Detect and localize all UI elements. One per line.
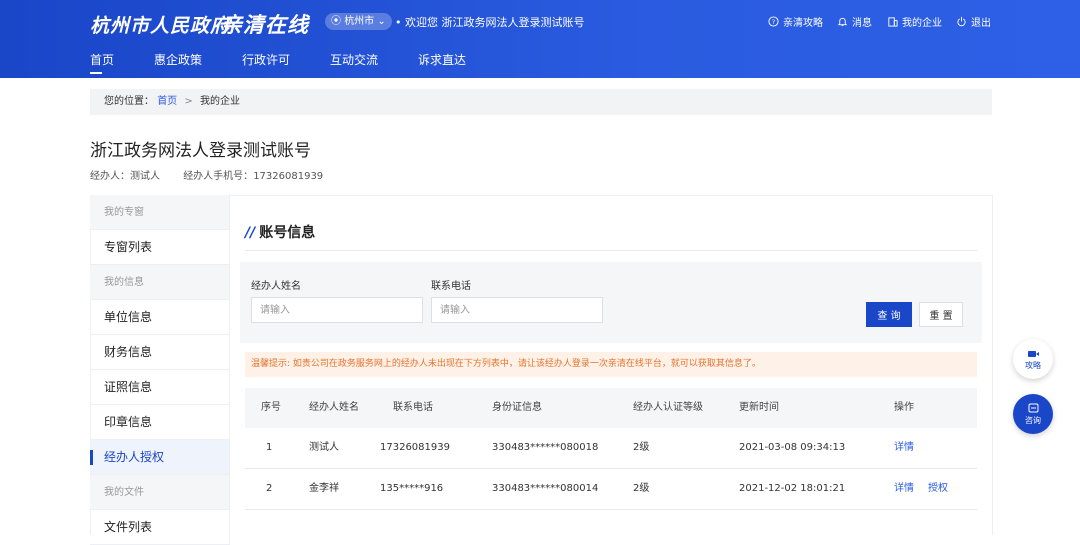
sidebar-group-files: 我的文件 [90,475,230,510]
row-phone: 17326081939 [380,442,450,453]
sidebar: 我的专窗 专窗列表 我的信息 单位信息 财务信息 证照信息 印章信息 经办人授权… [90,195,230,545]
row-id: 330483******080018 [492,442,599,453]
detail-link[interactable]: 详情 [894,428,914,468]
logout-link[interactable]: 退出 [956,14,991,29]
message-link[interactable]: 消息 [837,14,872,29]
sidebar-item-license-info[interactable]: 证照信息 [90,370,230,405]
building-icon [888,17,898,27]
query-button[interactable]: 查 询 [866,302,912,327]
table-row: 1 测试人 17326081939 330483******080018 2级 … [245,428,977,469]
logout-label: 退出 [971,18,991,29]
row-id: 330483******080014 [492,483,599,494]
active-nav-underline [90,72,102,74]
chat-bubble-icon [1028,403,1038,412]
hangzhou-gov-logo[interactable]: 杭州市人民政府 [90,11,230,38]
row-no: 2 [266,483,273,494]
sidebar-item-finance-info[interactable]: 财务信息 [90,335,230,370]
col-time: 更新时间 [739,402,779,413]
agent-info: 经办人：测试人 经办人手机号：17326081939 [90,167,323,182]
reset-button[interactable]: 重 置 [919,302,963,327]
sidebar-item-file-list[interactable]: 文件列表 [90,510,230,545]
row-phone: 135*****916 [380,483,444,494]
row-no: 1 [266,442,273,453]
qinqing-online-logo[interactable]: 亲清在线 [221,9,309,39]
sidebar-item-window-list[interactable]: 专窗列表 [90,230,230,265]
col-action: 操作 [894,402,914,413]
guide-link[interactable]: ? 亲清攻略 [768,14,823,29]
tip-banner: 温馨提示: 如贵公司在政务服务网上的经办人未出现在下方列表中，请让该经办人登录一… [245,352,977,377]
table-row: 2 金李祥 135*****916 330483******080014 2级 … [245,469,977,510]
breadcrumb-current: 我的企业 [199,96,240,107]
sidebar-item-seal-info[interactable]: 印章信息 [90,405,230,440]
breadcrumb-prefix: 您的位置： [104,96,154,107]
power-icon [957,16,966,27]
consult-float-button[interactable]: 咨询 [1013,394,1053,434]
row-time: 2021-03-08 09:34:13 [739,442,846,453]
phone-input[interactable] [431,297,603,323]
breadcrumb-home[interactable]: 首页 [157,96,177,107]
section-divider [245,250,977,251]
col-no: 序号 [261,402,281,413]
my-company-label: 我的企业 [902,18,942,29]
my-company-link[interactable]: 我的企业 [887,14,942,29]
guide-float-button[interactable]: 攻略 [1013,339,1053,379]
bell-icon [837,17,848,27]
col-level: 经办人认证等级 [633,402,703,413]
location-pin-icon: ⦿ [331,16,341,27]
nav-appeal[interactable]: 诉求直达 [418,51,466,68]
authorize-link[interactable]: 授权 [928,469,948,509]
row-time: 2021-12-02 18:01:21 [739,483,846,494]
guide-label: 亲清攻略 [783,18,823,29]
video-camera-icon [1027,350,1039,357]
nav-permit[interactable]: 行政许可 [242,51,290,68]
agent-name-label: 经办人姓名 [251,281,301,292]
sidebar-item-agent-auth[interactable]: 经办人授权 [90,440,230,475]
row-name: 测试人 [309,442,339,453]
section-title-decoration: // [245,225,256,241]
top-header: 杭州市人民政府 亲清在线 ⦿ 杭州市 ⌄ • 欢迎您 浙江政务网法人登录测试账号… [0,0,1080,78]
section-title-text: 账号信息 [259,225,316,241]
sidebar-group-window: 我的专窗 [90,195,230,230]
col-name: 经办人姓名 [309,402,359,413]
company-name: 浙江政务网法人登录测试账号 [90,141,311,161]
sidebar-group-info: 我的信息 [90,265,230,300]
detail-link[interactable]: 详情 [894,469,914,509]
consult-float-label: 咨询 [1025,415,1041,425]
breadcrumb: 您的位置： 首页 > 我的企业 [90,89,992,115]
table-header: 序号 经办人姓名 联系电话 身份证信息 经办人认证等级 更新时间 操作 [245,388,977,428]
agent-name-input[interactable] [251,297,423,323]
col-phone: 联系电话 [393,402,433,413]
agent-table: 序号 经办人姓名 联系电话 身份证信息 经办人认证等级 更新时间 操作 1 测试… [245,388,977,510]
agent-label: 经办人： [90,171,130,182]
agent-phone-value: 17326081939 [253,171,324,182]
col-id: 身份证信息 [492,402,542,413]
welcome-text: • 欢迎您 浙江政务网法人登录测试账号 [395,16,585,29]
nav-home[interactable]: 首页 [90,51,114,68]
row-level: 2级 [633,442,650,453]
section-title: //账号信息 [245,222,315,242]
svg-text:?: ? [772,18,775,26]
sidebar-item-unit-info[interactable]: 单位信息 [90,300,230,335]
guide-float-label: 攻略 [1025,360,1041,370]
city-label: 杭州市 [344,16,375,27]
agent-value: 测试人 [130,171,160,182]
phone-label: 联系电话 [431,281,471,292]
breadcrumb-separator: > [184,96,193,107]
agent-phone-label: 经办人手机号： [183,171,254,182]
row-level: 2级 [633,483,650,494]
nav-interaction[interactable]: 互动交流 [330,51,378,68]
row-name: 金李祥 [309,483,339,494]
nav-policy[interactable]: 惠企政策 [154,51,202,68]
city-selector[interactable]: ⦿ 杭州市 ⌄ [325,13,392,30]
message-label: 消息 [852,18,872,29]
question-circle-icon: ? [768,16,779,27]
chevron-down-icon: ⌄ [377,16,386,27]
